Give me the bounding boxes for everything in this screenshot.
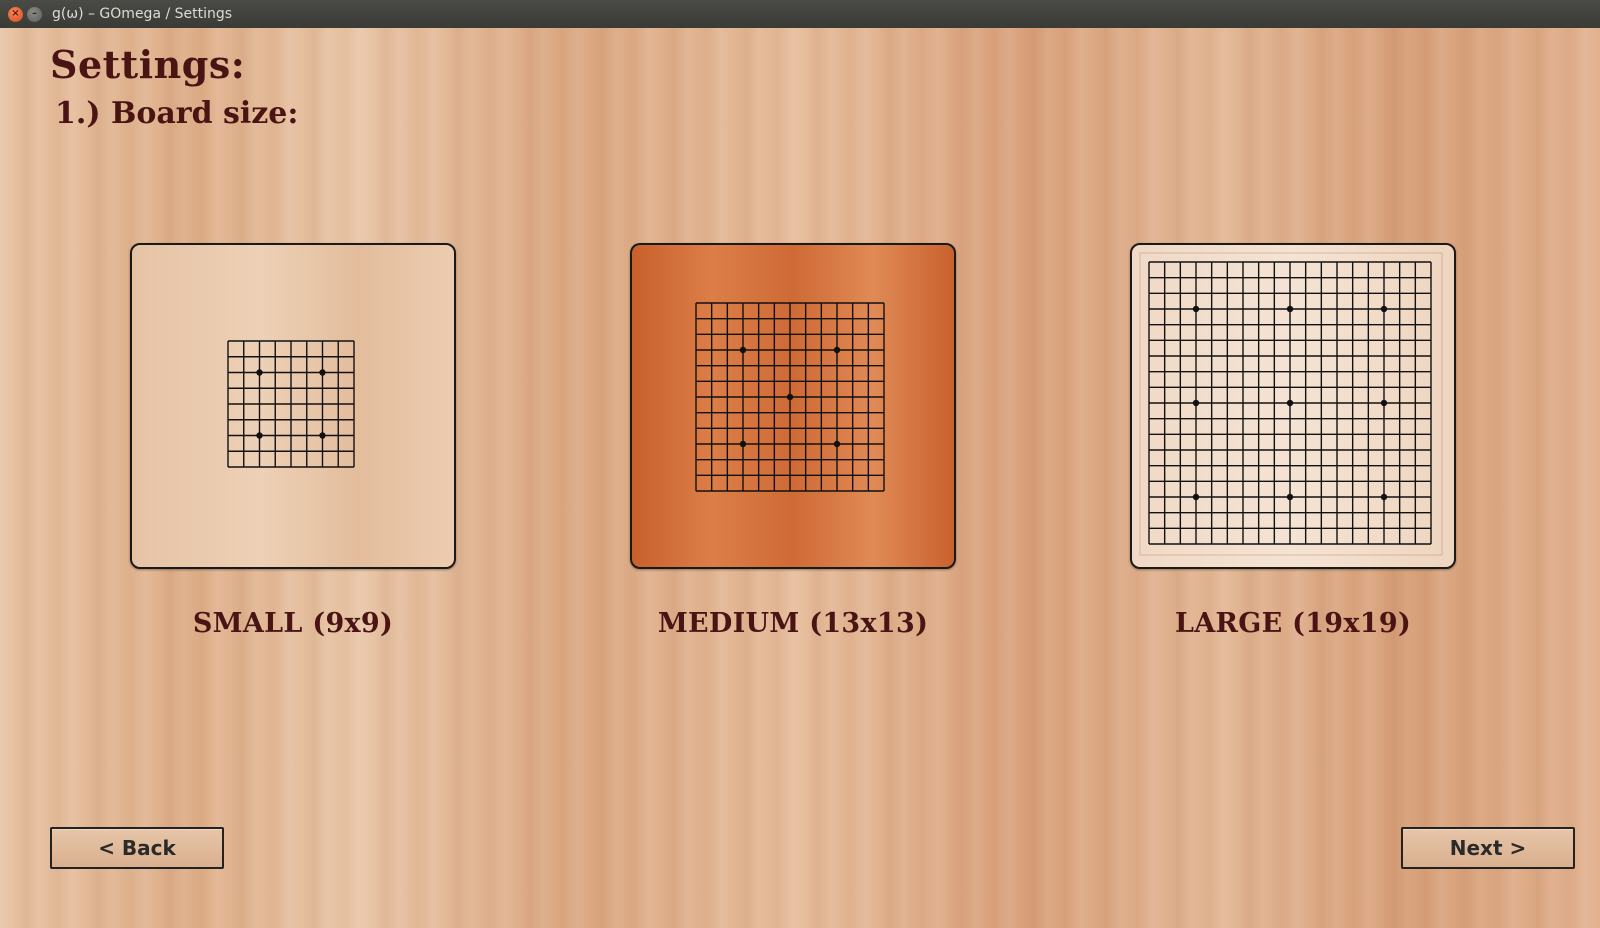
- star-point: [1380, 305, 1388, 313]
- small-board-option[interactable]: [130, 243, 456, 569]
- large-board-label: LARGE (19x19): [1174, 608, 1412, 639]
- small-board-label: SMALL (9x9): [192, 608, 394, 639]
- star-point: [1192, 305, 1200, 313]
- close-icon[interactable]: ×: [8, 6, 23, 22]
- star-point: [739, 440, 747, 448]
- medium-board-option[interactable]: [630, 243, 956, 569]
- star-point: [833, 346, 841, 354]
- minimize-icon[interactable]: –: [27, 6, 42, 22]
- star-point: [833, 440, 841, 448]
- title-bar: × – g(ω) – GOmega / Settings: [0, 0, 1600, 28]
- back-button[interactable]: < Back: [50, 827, 224, 869]
- star-point: [319, 432, 326, 439]
- star-point: [1380, 493, 1388, 501]
- star-point: [786, 393, 794, 401]
- star-point: [1192, 399, 1200, 407]
- star-point: [256, 369, 263, 376]
- section-title: 1.) Board size:: [55, 96, 299, 131]
- star-point: [1192, 493, 1200, 501]
- star-point: [1286, 493, 1294, 501]
- star-point: [1286, 399, 1294, 407]
- large-board-icon: [1139, 252, 1443, 556]
- medium-board-icon: [695, 302, 885, 492]
- star-point: [1286, 305, 1294, 313]
- star-point: [739, 346, 747, 354]
- star-point: [319, 369, 326, 376]
- star-point: [256, 432, 263, 439]
- medium-board-label: MEDIUM (13x13): [657, 608, 929, 639]
- page-title: Settings:: [50, 42, 246, 87]
- next-button[interactable]: Next >: [1401, 827, 1575, 869]
- small-board-icon: [227, 340, 355, 468]
- settings-screen: Settings: 1.) Board size: SMALL (9x9) ME…: [0, 28, 1600, 928]
- large-board-option[interactable]: [1130, 243, 1456, 569]
- star-point: [1380, 399, 1388, 407]
- window-title: g(ω) – GOmega / Settings: [52, 6, 233, 22]
